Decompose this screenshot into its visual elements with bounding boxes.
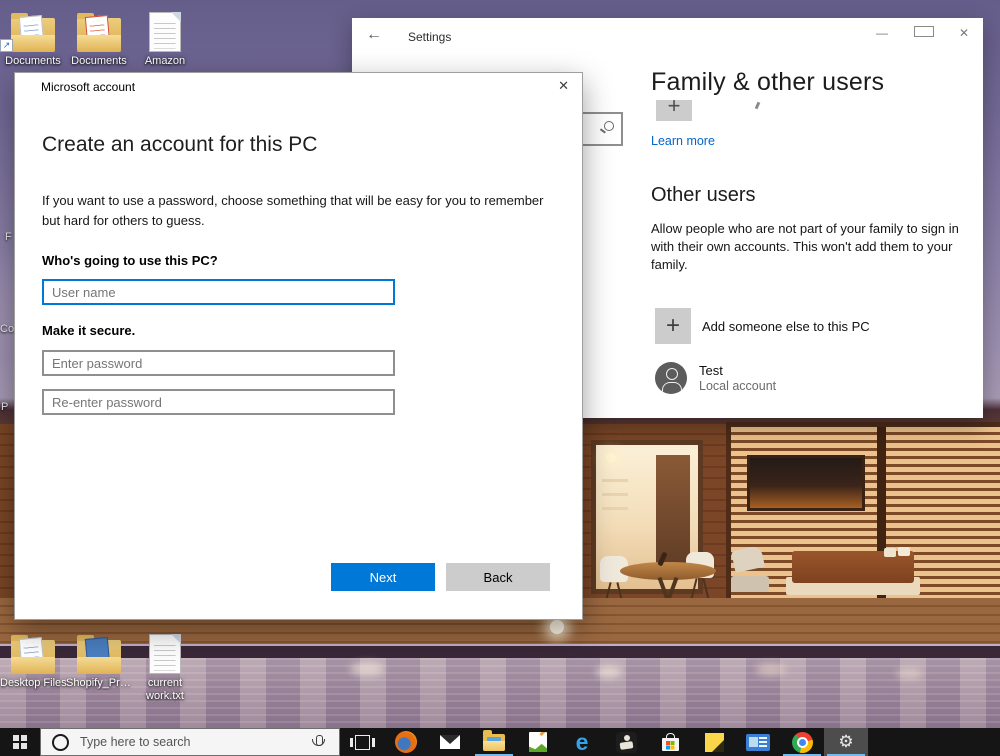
desktop-icon-label: Shopify_Pro... [66,677,132,689]
microsoft-store-icon [661,733,679,751]
username-input[interactable] [42,279,395,305]
desktop-icon-label: Documents [71,55,127,67]
learn-more-link[interactable]: Learn more [651,134,715,148]
dialog-title: Microsoft account [41,80,136,94]
desktop-icon-shopify[interactable]: Shopify_Pro... [66,632,132,690]
password-input[interactable] [42,350,395,376]
other-users-description: Allow people who are not part of your fa… [651,221,959,272]
wallpaper-lounge-chair [731,548,773,594]
next-button[interactable]: Next [331,563,435,591]
taskbar-mail[interactable] [428,728,472,756]
plus-icon: + [655,308,691,344]
windows-logo-icon [13,735,27,749]
taskbar-search-input[interactable] [78,734,292,750]
user-avatar-icon [655,362,687,394]
dialog-heading: Create an account for this PC [42,133,318,156]
folder-icon [0,632,66,674]
back-arrow-icon[interactable]: ← [366,26,382,44]
taskbar-kindle[interactable] [604,728,648,756]
taskbar-file-explorer[interactable] [472,728,516,756]
other-users-heading: Other users [651,184,756,206]
mail-icon [440,735,460,749]
edge-icon: e [575,729,589,755]
folder-icon [66,10,132,52]
folder-icon [66,632,132,674]
clipped-icon-label: F [5,231,12,243]
window-title: Settings [408,30,452,44]
microsoft-account-dialog: Microsoft account ✕ Create an account fo… [14,72,583,620]
desktop-icon-label: Desktop Files [0,677,67,689]
file-explorer-icon [483,729,505,751]
taskbar: e ⚙ [0,728,1000,756]
desktop-icon-documents-shortcut[interactable]: ↗ Documents [0,10,66,68]
clipped-icon-label: Co [0,323,15,335]
folder-shortcut-icon: ↗ [0,10,66,52]
desktop-icon-amazon[interactable]: Amazon [132,10,198,68]
desktop-icon-current-work[interactable]: current work.txt [132,632,198,703]
who-label: Who's going to use this PC? [42,253,218,268]
desktop-icon-label: Amazon [144,55,186,67]
find-a-setting-search-box[interactable] [579,112,623,146]
cortana-icon [52,733,69,751]
close-button[interactable]: ✕ [558,78,569,94]
image-file-icon [529,732,547,752]
reenter-password-input[interactable] [42,389,395,415]
firefox-icon [395,731,417,753]
desktop-icon-documents[interactable]: Documents [66,10,132,68]
taskbar-sticky-notes[interactable] [692,728,736,756]
taskbar-edge[interactable]: e [560,728,604,756]
shortcut-arrow-icon: ↗ [0,39,13,52]
clipped-icon-label: P [1,401,9,413]
taskbar-firefox[interactable] [384,728,428,756]
desktop-icon-label: Documents [5,55,61,67]
add-family-member-button[interactable]: + [656,100,692,121]
add-someone-else-button[interactable]: + Add someone else to this PC [655,308,870,344]
taskbar-store[interactable] [648,728,692,756]
window-controls: — ✕ [873,26,973,40]
user-account-row[interactable]: Test Local account [655,362,776,394]
minimize-button[interactable]: — [873,26,891,40]
desktop-icon-label: current work.txt [146,677,184,702]
taskbar-image-file[interactable] [516,728,560,756]
user-account-type: Local account [699,378,777,393]
document-icon [132,632,198,674]
task-view-icon [349,734,375,750]
maximize-icon [914,26,934,37]
dialog-description: If you want to use a password, choose so… [42,193,544,228]
close-button[interactable]: ✕ [955,26,973,40]
start-button[interactable] [0,728,40,756]
document-icon [132,10,198,52]
user-name: Test [699,362,723,378]
maximize-button[interactable] [914,26,934,40]
kindle-icon [615,731,637,753]
sticky-notes-icon [704,732,724,752]
desktop-icon-desktop-files[interactable]: Desktop Files [0,632,67,690]
task-view-button[interactable] [340,728,384,756]
plus-icon: + [667,100,681,118]
taskbar-chrome[interactable] [780,728,824,756]
add-someone-else-label: Add someone else to this PC [702,318,870,334]
microphone-icon[interactable] [312,735,326,746]
gear-icon: ⚙ [838,732,854,751]
wallpaper-bed [792,547,914,583]
wallpaper-deck-lamp [550,620,564,634]
clipped-text-fragment [754,101,761,110]
page-title: Family & other users [651,68,885,96]
postcard-app-icon [746,733,770,751]
taskbar-search-box[interactable] [40,728,340,756]
secure-label: Make it secure. [42,323,136,338]
taskbar-settings[interactable]: ⚙ [824,728,868,756]
back-button[interactable]: Back [446,563,550,591]
chrome-icon [791,731,813,753]
search-icon [604,121,614,131]
taskbar-postcard-app[interactable] [736,728,780,756]
